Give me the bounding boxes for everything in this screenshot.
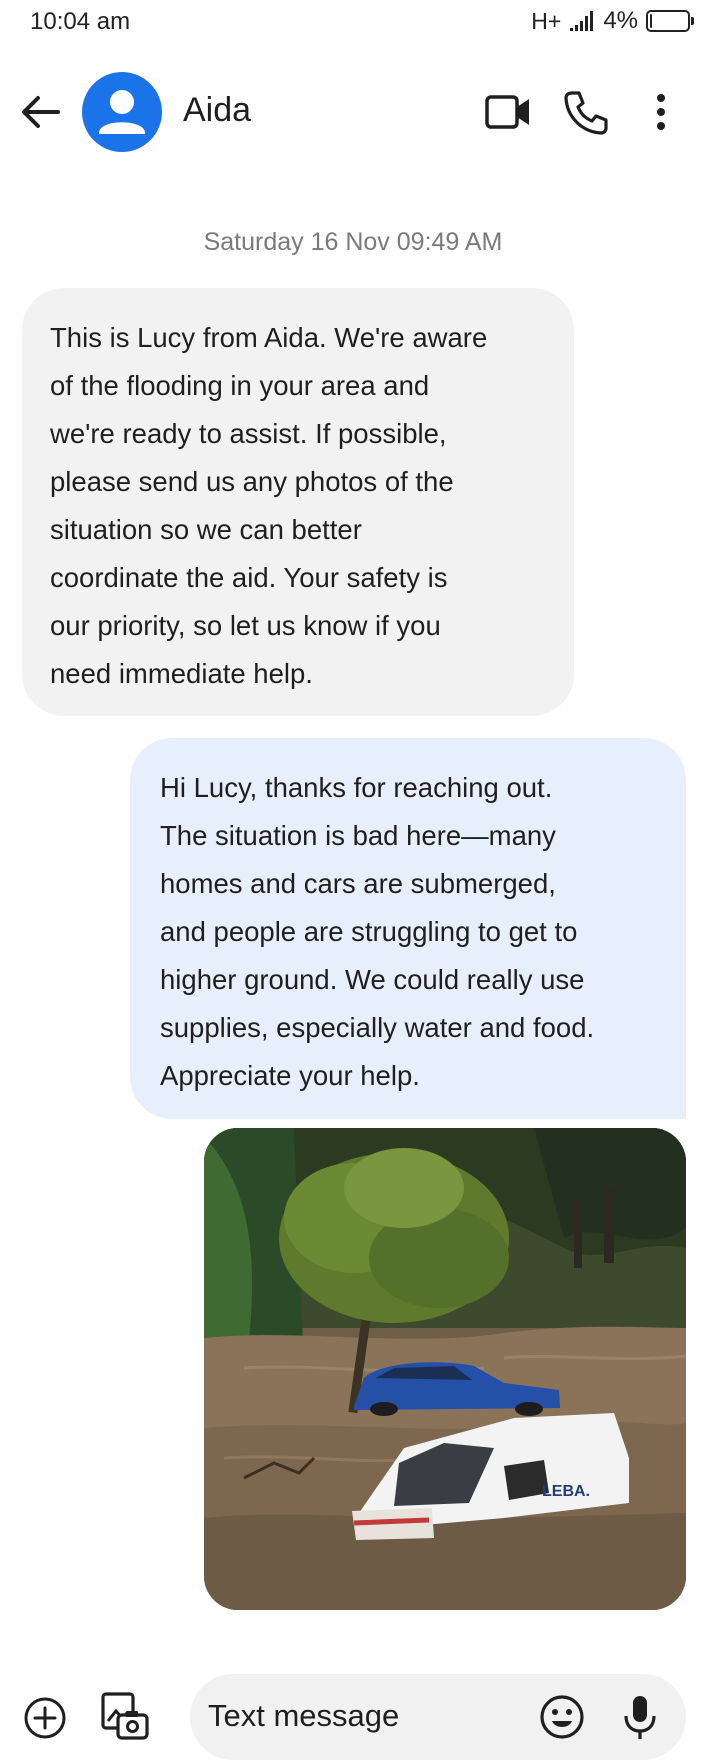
conversation-header: Aida [0,62,706,162]
messaging-screen: 10:04 am H+ 4% Aida Saturday 16 Nov 09:4… [0,0,706,1764]
gallery-camera-button[interactable] [100,1691,150,1741]
voice-call-button[interactable] [562,88,610,136]
voice-input-button[interactable] [620,1693,660,1741]
message-text: Hi Lucy, thanks for reaching out. The si… [160,772,595,1091]
message-input-container [190,1674,686,1760]
message-composer [0,1674,706,1764]
back-button[interactable] [18,89,64,135]
date-separator: Saturday 16 Nov 09:49 AM [203,228,503,256]
outgoing-message-bubble[interactable]: Hi Lucy, thanks for reaching out. The si… [130,738,686,1119]
incoming-message-bubble[interactable]: This is Lucy from Aida. We're aware of t… [22,288,574,716]
add-icon [22,1695,68,1741]
status-bar: 10:04 am H+ 4% [0,0,706,42]
more-vert-icon [646,90,676,134]
network-type-label: H+ [531,7,562,34]
video-call-icon [484,90,534,134]
emoji-button[interactable] [538,1693,586,1741]
more-options-button[interactable] [646,90,676,134]
battery-icon [646,10,694,32]
status-indicators: H+ 4% [531,7,694,35]
message-input[interactable] [208,1694,508,1738]
battery-percent: 4% [603,7,638,34]
mic-icon [620,1693,660,1741]
van-lettering: LEBA. [542,1483,590,1500]
emoji-icon [538,1693,586,1741]
contact-name[interactable]: Aida [183,91,251,130]
phone-icon [562,88,610,136]
add-attachment-button[interactable] [22,1695,68,1741]
contact-avatar[interactable] [82,72,162,152]
gallery-camera-icon [100,1691,150,1741]
status-time: 10:04 am [30,8,131,35]
signal-icon [569,10,595,32]
video-call-button[interactable] [484,90,534,134]
back-arrow-icon [18,89,64,135]
flood-photo-attachment[interactable]: LEBA. [204,1128,686,1610]
person-icon [82,72,162,152]
message-text: This is Lucy from Aida. We're aware of t… [50,322,488,689]
